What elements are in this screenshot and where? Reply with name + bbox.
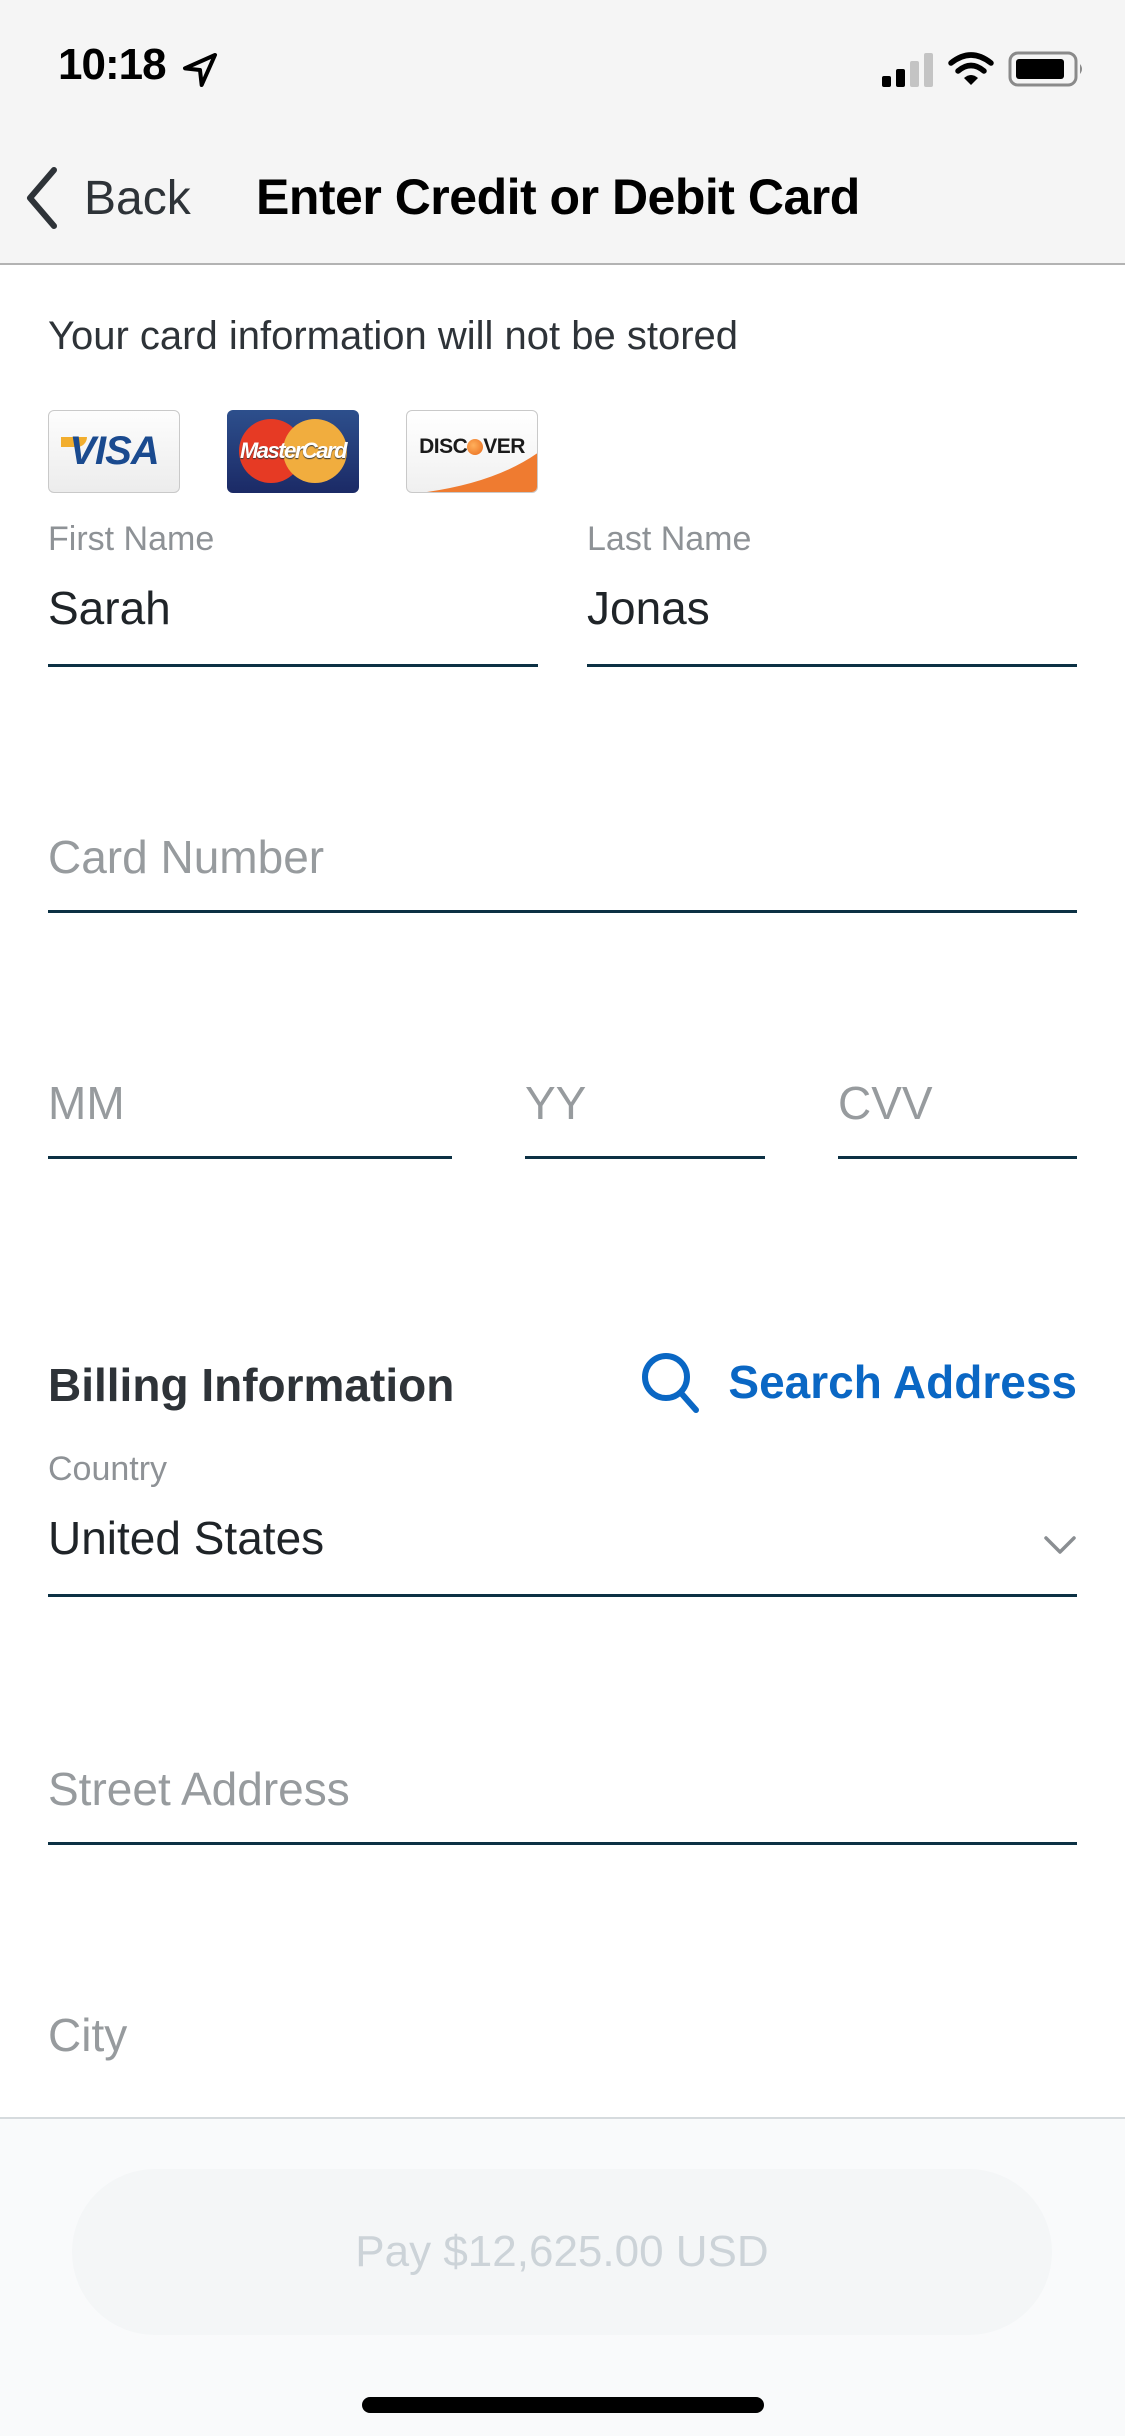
last-name-label: Last Name <box>587 520 752 558</box>
first-name-underline <box>48 664 538 667</box>
accepted-cards: VISA MasterCard DISC VER <box>48 410 538 493</box>
last-name-input[interactable]: Jonas <box>587 581 1077 635</box>
street-address-input[interactable]: Street Address <box>48 1762 1077 1816</box>
mastercard-logo-icon: MasterCard <box>227 410 359 493</box>
battery-icon <box>1008 51 1082 87</box>
location-arrow-icon <box>183 53 217 87</box>
back-label: Back <box>84 171 191 225</box>
exp-month-field[interactable]: MM <box>48 1076 452 1160</box>
exp-month-input[interactable]: MM <box>48 1076 452 1130</box>
visa-logo-icon: VISA <box>48 410 180 493</box>
billing-information-heading: Billing Information <box>48 1359 455 1411</box>
street-address-field[interactable]: Street Address <box>48 1762 1077 1846</box>
bottom-action-bar: Pay $12,625.00 USD <box>0 2117 1125 2436</box>
cellular-signal-icon <box>882 53 933 87</box>
exp-year-field[interactable]: YY <box>525 1076 765 1160</box>
wifi-icon <box>948 52 994 85</box>
search-address-label: Search Address <box>728 1356 1077 1408</box>
last-name-field[interactable]: Last Name Jonas <box>587 520 1077 668</box>
navigation-bar: Back Enter Credit or Debit Card <box>0 130 1125 265</box>
card-number-underline <box>48 910 1077 913</box>
page-title: Enter Credit or Debit Card <box>256 169 860 225</box>
city-input[interactable]: City <box>48 2008 1077 2062</box>
country-select[interactable]: Country United States <box>48 1450 1077 1598</box>
card-number-field[interactable]: Card Number <box>48 830 1077 914</box>
last-name-underline <box>587 664 1077 667</box>
card-number-input[interactable]: Card Number <box>48 830 1077 884</box>
street-address-underline <box>48 1842 1077 1845</box>
chevron-left-icon <box>27 167 57 229</box>
cvv-input[interactable]: CVV <box>838 1076 1077 1130</box>
cvv-underline <box>838 1156 1077 1159</box>
chevron-down-icon <box>1044 1536 1076 1554</box>
exp-year-input[interactable]: YY <box>525 1076 765 1130</box>
discover-logo-icon: DISC VER <box>406 410 538 493</box>
exp-year-underline <box>525 1156 765 1159</box>
storage-notice: Your card information will not be stored <box>48 314 738 358</box>
country-value: United States <box>48 1512 325 1564</box>
pay-button[interactable]: Pay $12,625.00 USD <box>72 2169 1052 2335</box>
country-label: Country <box>48 1450 168 1488</box>
status-bar: 10:18 <box>0 0 1125 130</box>
back-button[interactable]: Back <box>24 166 191 230</box>
first-name-field[interactable]: First Name Sarah <box>48 520 538 668</box>
home-indicator[interactable] <box>362 2397 764 2413</box>
exp-month-underline <box>48 1156 452 1159</box>
first-name-label: First Name <box>48 520 215 558</box>
search-address-button[interactable]: Search Address <box>638 1350 1077 1414</box>
search-icon <box>642 1353 700 1413</box>
cvv-field[interactable]: CVV <box>838 1076 1077 1160</box>
city-field[interactable]: City <box>48 2008 1077 2092</box>
status-time: 10:18 <box>58 40 167 89</box>
first-name-input[interactable]: Sarah <box>48 581 538 635</box>
country-underline <box>48 1594 1077 1597</box>
